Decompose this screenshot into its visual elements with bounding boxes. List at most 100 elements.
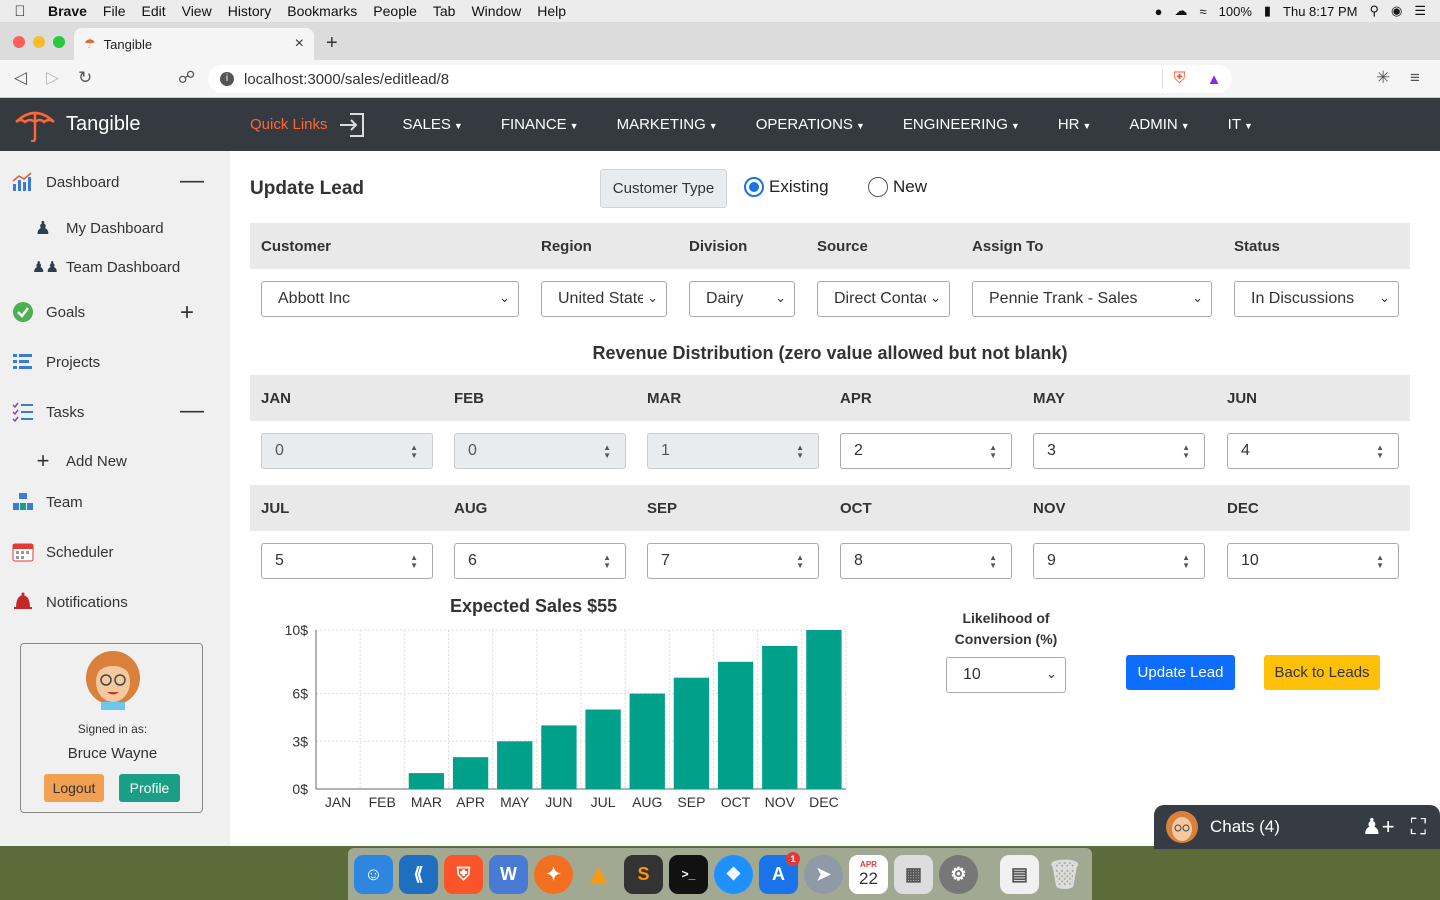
back-icon[interactable]: ◁	[14, 68, 27, 88]
trash-icon[interactable]: 🗑	[1045, 855, 1084, 894]
revenue-sep-input[interactable]: 7 ▲ ▼	[647, 543, 819, 579]
revenue-feb-input[interactable]: 0 ▲ ▼	[454, 433, 626, 469]
quick-links-label[interactable]: Quick Links	[250, 116, 328, 133]
source-select[interactable]: Direct Contact ⌄	[817, 281, 950, 317]
collapse-dashboard-icon[interactable]: —	[180, 167, 204, 195]
close-window-button[interactable]	[13, 36, 25, 48]
radio-new[interactable]: New	[868, 177, 927, 197]
zoom-window-button[interactable]	[53, 36, 65, 48]
browser-menu-icon[interactable]: ≡	[1410, 68, 1420, 88]
menu-edit[interactable]: Edit	[133, 3, 173, 19]
radio-new-label[interactable]: New	[893, 177, 927, 197]
nav-finance[interactable]: FINANCE ▼	[482, 116, 598, 133]
control-center-icon[interactable]: ☰	[1414, 3, 1426, 19]
menu-tab[interactable]: Tab	[425, 3, 464, 19]
vscode-icon[interactable]: ⟪	[399, 854, 438, 894]
word-icon[interactable]: W	[489, 854, 528, 894]
postman-icon[interactable]: ✦	[534, 854, 573, 894]
browser-tab[interactable]: ☂ Tangible ×	[74, 28, 314, 60]
revenue-jul-input[interactable]: 5 ▲ ▼	[261, 543, 433, 579]
sidebar-item-scheduler[interactable]: Scheduler	[12, 541, 114, 563]
sidebar-item-my-dashboard[interactable]: ♟ My Dashboard	[32, 218, 164, 239]
revenue-nov-input[interactable]: 9 ▲ ▼	[1033, 543, 1205, 579]
nav-admin[interactable]: ADMIN ▼	[1110, 116, 1208, 133]
menu-window[interactable]: Window	[463, 3, 529, 19]
calendar-icon[interactable]: APR 22	[849, 854, 888, 894]
back-to-leads-button[interactable]: Back to Leads	[1264, 655, 1380, 690]
spotlight-icon[interactable]: ⚲	[1369, 3, 1379, 19]
revenue-jun-input[interactable]: 4 ▲ ▼	[1227, 433, 1399, 469]
wifi-icon[interactable]: ≈	[1199, 4, 1206, 19]
launchpad-icon[interactable]: ➤	[804, 854, 843, 894]
calculator-icon[interactable]: ▦	[894, 854, 933, 894]
update-lead-button[interactable]: Update Lead	[1126, 655, 1235, 690]
revenue-may-input[interactable]: 3 ▲ ▼	[1033, 433, 1205, 469]
revenue-jan-input[interactable]: 0 ▲ ▼	[261, 433, 433, 469]
radio-new-button[interactable]	[868, 177, 888, 197]
fullscreen-icon[interactable]: ⛶	[1411, 814, 1426, 840]
menu-view[interactable]: View	[174, 3, 220, 19]
menu-app-name[interactable]: Brave	[40, 3, 95, 19]
revenue-mar-input[interactable]: 1 ▲ ▼	[647, 433, 819, 469]
clock[interactable]: Thu 8:17 PM	[1283, 4, 1357, 19]
customer-select[interactable]: Abbott Inc ⌄	[261, 281, 519, 317]
address-bar[interactable]: i localhost:3000/sales/editlead/8 ⛨ ▲	[208, 65, 1232, 93]
revenue-dec-input[interactable]: 10 ▲ ▼	[1227, 543, 1399, 579]
revenue-aug-input[interactable]: 6 ▲ ▼	[454, 543, 626, 579]
extensions-icon[interactable]: ✳	[1376, 68, 1390, 88]
battery-text[interactable]: 100%	[1219, 4, 1252, 19]
brave-shield-icon[interactable]: ⛨	[1174, 70, 1186, 88]
radio-existing-label[interactable]: Existing	[769, 177, 829, 197]
sign-in-icon[interactable]	[338, 111, 366, 139]
sublime-icon[interactable]: S	[624, 854, 663, 894]
system-preferences-icon[interactable]: ⚙	[939, 854, 978, 894]
region-select[interactable]: United States ⌄	[541, 281, 667, 317]
apple-icon[interactable]: 	[0, 3, 40, 20]
collapse-tasks-icon[interactable]: —	[180, 397, 204, 425]
sidebar-item-team[interactable]: Team	[12, 491, 83, 513]
sidebar-item-team-dashboard[interactable]: ♟♟ Team Dashboard	[32, 258, 180, 277]
sidebar-item-tasks[interactable]: Tasks	[12, 401, 84, 423]
siri-icon[interactable]: ◉	[1391, 3, 1402, 19]
revenue-apr-input[interactable]: 2 ▲ ▼	[840, 433, 1012, 469]
quick-links[interactable]: Quick Links	[250, 111, 366, 139]
new-tab-icon[interactable]: +	[326, 32, 338, 55]
cloud-icon[interactable]: ☁	[1174, 3, 1187, 19]
sidebar-item-projects[interactable]: Projects	[12, 351, 100, 373]
radio-existing[interactable]: Existing	[744, 177, 829, 197]
minimize-window-button[interactable]	[33, 36, 45, 48]
nav-operations[interactable]: OPERATIONS ▼	[737, 116, 884, 133]
sidebar-item-goals[interactable]: Goals	[12, 301, 85, 323]
nav-sales[interactable]: SALES ▼	[384, 116, 482, 133]
nav-hr[interactable]: HR ▼	[1039, 116, 1111, 133]
chat-widget[interactable]: Chats (4) ♟+ ⛶	[1154, 805, 1440, 849]
info-icon[interactable]: i	[220, 72, 234, 86]
assign-to-select[interactable]: Pennie Trank - Sales ⌄	[972, 281, 1212, 317]
expand-goals-icon[interactable]: +	[180, 299, 194, 327]
safari-icon[interactable]: ❖	[714, 854, 753, 894]
sidebar-item-notifications[interactable]: Notifications	[12, 591, 128, 613]
documents-stack-icon[interactable]: ▤	[1000, 854, 1039, 894]
app-store-icon[interactable]: A 1	[759, 851, 800, 894]
menu-history[interactable]: History	[220, 3, 280, 19]
menu-file[interactable]: File	[95, 3, 134, 19]
radio-existing-button[interactable]	[744, 177, 764, 197]
brave-icon[interactable]: ⛨	[444, 854, 483, 894]
division-select[interactable]: Dairy ⌄	[689, 281, 795, 317]
brave-rewards-icon[interactable]: ▲	[1207, 71, 1222, 88]
chat-label[interactable]: Chats (4)	[1210, 817, 1280, 837]
profile-button[interactable]: Profile	[119, 774, 180, 802]
url-text[interactable]: localhost:3000/sales/editlead/8	[244, 71, 449, 88]
logout-button[interactable]: Logout	[44, 774, 104, 802]
revenue-oct-input[interactable]: 8 ▲ ▼	[840, 543, 1012, 579]
menu-bookmarks[interactable]: Bookmarks	[279, 3, 365, 19]
nav-engineering[interactable]: ENGINEERING ▼	[884, 116, 1039, 133]
reload-icon[interactable]: ↻	[78, 68, 92, 88]
brand-name[interactable]: Tangible	[66, 113, 141, 136]
nav-marketing[interactable]: MARKETING ▼	[598, 116, 737, 133]
brand[interactable]: Tangible	[14, 108, 236, 142]
evernote-icon[interactable]: ●	[1155, 4, 1163, 19]
menu-help[interactable]: Help	[529, 3, 574, 19]
menu-people[interactable]: People	[365, 3, 425, 19]
forward-icon[interactable]: ▷	[46, 68, 59, 88]
